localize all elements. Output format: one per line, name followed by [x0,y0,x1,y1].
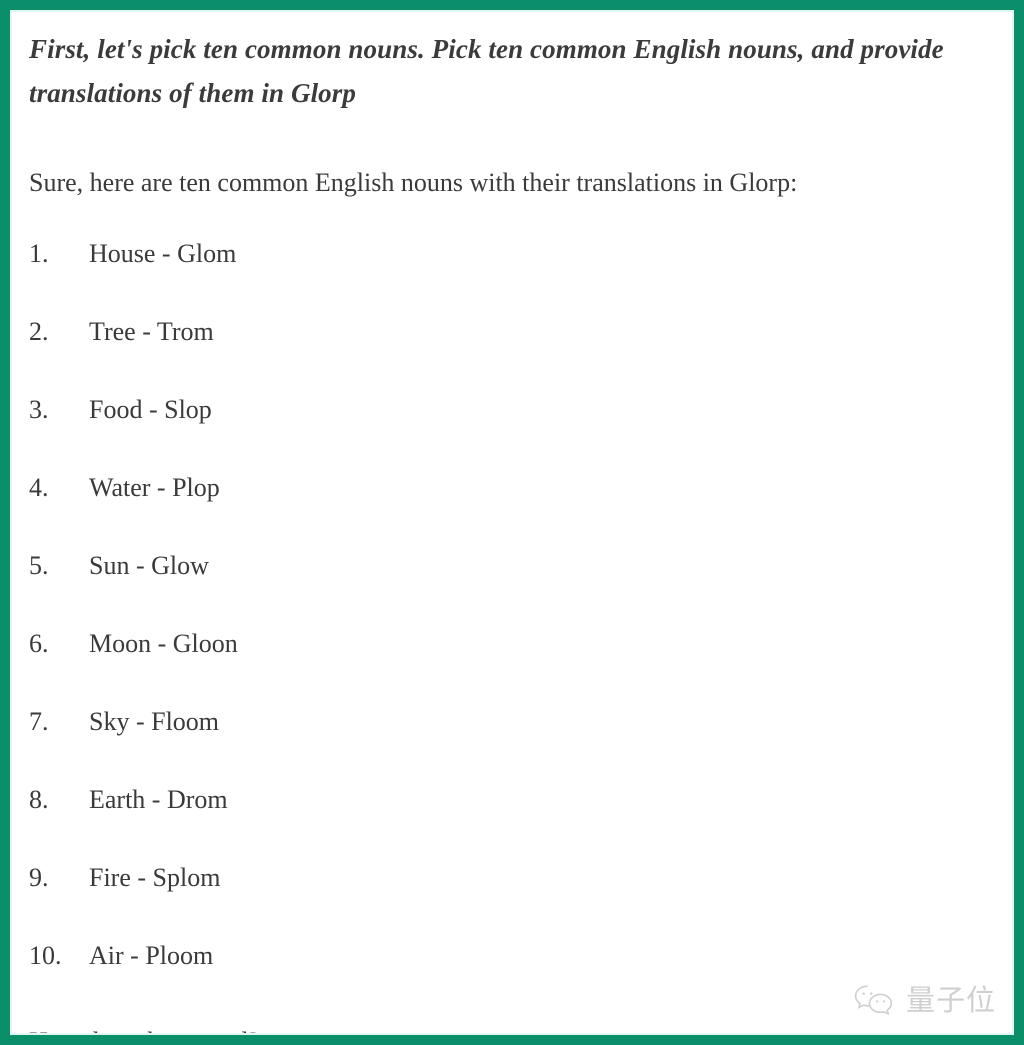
assistant-intro-text: Sure, here are ten common English nouns … [29,168,798,197]
list-item: 5. Sun - Glow [29,551,1002,629]
list-item-label: House - Glom [89,239,237,268]
list-item-label: Water - Plop [89,473,220,502]
list-item: 4. Water - Plop [29,473,1002,551]
card-inner-edge: First, let's pick ten common nouns. Pick… [10,10,1014,1035]
list-item-label: Fire - Splom [89,863,221,892]
list-item: 1. House - Glom [29,239,1002,317]
list-item-label: Moon - Gloon [89,629,238,658]
list-item: 3. Food - Slop [29,395,1002,473]
list-item-marker: 6. [29,629,49,658]
list-item-marker: 1. [29,239,49,268]
assistant-closing-text: How does that sound? [29,1025,1002,1033]
list-item: 9. Fire - Splom [29,863,1002,941]
list-item-marker: 3. [29,395,49,424]
list-item: 2. Tree - Trom [29,317,1002,395]
list-item: 7. Sky - Floom [29,707,1002,785]
screenshot-frame: First, let's pick ten common nouns. Pick… [0,0,1024,1045]
list-item-marker: 7. [29,707,49,736]
noun-translation-list: 1. House - Glom 2. Tree - Trom 3. Food -… [20,239,1002,1019]
list-item-marker: 10. [29,941,62,970]
list-item: 6. Moon - Gloon [29,629,1002,707]
list-item-marker: 8. [29,785,49,814]
list-item-label: Earth - Drom [89,785,228,814]
list-item-label: Air - Ploom [89,941,214,970]
list-item-marker: 9. [29,863,49,892]
list-item-marker: 4. [29,473,49,502]
list-item-label: Sky - Floom [89,707,220,736]
user-prompt-text: First, let's pick ten common nouns. Pick… [29,34,944,108]
list-item-marker: 2. [29,317,49,346]
list-item: 8. Earth - Drom [29,785,1002,863]
list-item-label: Sun - Glow [89,551,209,580]
list-item: 10. Air - Ploom [29,941,1002,1019]
list-item-marker: 5. [29,551,49,580]
conversation-card: First, let's pick ten common nouns. Pick… [12,12,1012,1033]
list-item-label: Tree - Trom [89,317,214,346]
list-item-label: Food - Slop [89,395,212,424]
